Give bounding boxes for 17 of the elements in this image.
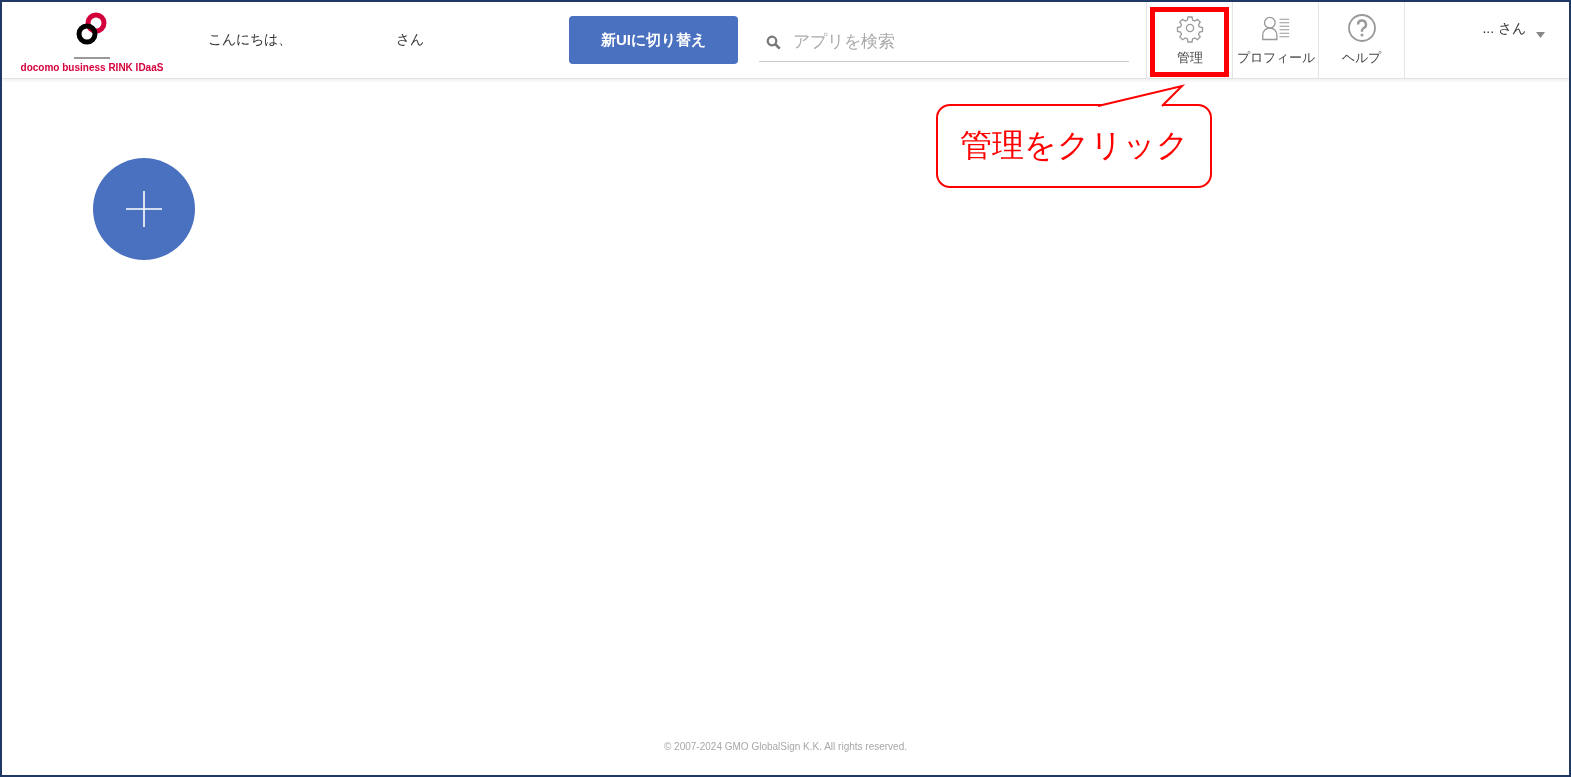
gear-icon [1174, 13, 1205, 43]
plus-icon [126, 191, 162, 227]
greeting-text: こんにちは、 [208, 31, 293, 49]
logo-rings-icon [72, 11, 112, 60]
nav-item[interactable]: ヘルプ [1319, 2, 1405, 78]
nav-item[interactable]: プロフィール [1233, 2, 1319, 78]
greeting-suffix: さん [396, 31, 425, 49]
caret-icon [1536, 32, 1545, 38]
search-field[interactable]: アプリを検索 [759, 22, 1129, 62]
help-icon [1346, 13, 1377, 43]
copyright-text: © 2007-2024 GMO GlobalSign K.K. All rights reserved. [663, 741, 907, 752]
user-menu[interactable]: ... さん [1482, 20, 1526, 38]
nav-item[interactable]: 管理 [1147, 2, 1233, 78]
search-icon [766, 35, 781, 50]
logo-text: docomo business RINK IDaaS [20, 61, 164, 73]
callout-text: 管理をクリック [959, 126, 1189, 165]
switch-ui-button[interactable]: 新UIに切り替え [569, 16, 738, 64]
